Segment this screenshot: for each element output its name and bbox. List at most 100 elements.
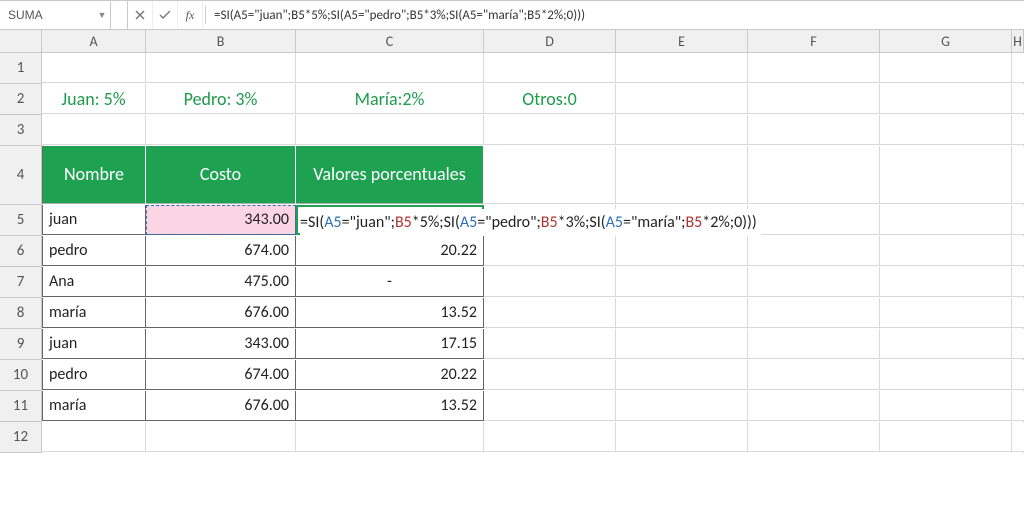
cell-H7[interactable] (1012, 267, 1024, 297)
column-header-E[interactable]: E (616, 30, 748, 53)
cancel-edit-button[interactable] (128, 1, 153, 29)
row-header-2[interactable]: 2 (0, 84, 42, 115)
insert-function-button[interactable]: fx (178, 1, 203, 29)
cell-E11[interactable] (616, 391, 748, 421)
cell-F8[interactable] (748, 298, 880, 328)
cell-G1[interactable] (880, 53, 1012, 83)
cell-E8[interactable] (616, 298, 748, 328)
cell-F7[interactable] (748, 267, 880, 297)
cell-C7[interactable]: - (296, 267, 484, 297)
cell-G2[interactable] (880, 84, 1012, 114)
cell-A4[interactable]: Nombre (42, 146, 146, 204)
column-header-C[interactable]: C (296, 30, 484, 53)
cell-H2[interactable] (1012, 84, 1024, 114)
cell-D11[interactable] (484, 391, 616, 421)
cell-A7[interactable]: Ana (42, 267, 146, 297)
cell-A5[interactable]: juan (42, 205, 146, 235)
accept-edit-button[interactable] (153, 1, 178, 29)
cell-F3[interactable] (748, 115, 880, 145)
cell-B6[interactable]: 674.00 (146, 236, 296, 266)
cell-H9[interactable] (1012, 329, 1024, 359)
cell-A11[interactable]: maría (42, 391, 146, 421)
cell-G6[interactable] (880, 236, 1012, 266)
cell-H10[interactable] (1012, 360, 1024, 390)
cell-E2[interactable] (616, 84, 748, 114)
cell-F10[interactable] (748, 360, 880, 390)
cell-B2[interactable]: Pedro: 3% (146, 84, 296, 114)
cell-H4[interactable] (1012, 146, 1024, 204)
cell-D10[interactable] (484, 360, 616, 390)
row-header-12[interactable]: 12 (0, 422, 42, 453)
cell-D12[interactable] (484, 422, 616, 452)
cell-F4[interactable] (748, 146, 880, 204)
cell-A6[interactable]: pedro (42, 236, 146, 266)
row-header-11[interactable]: 11 (0, 391, 42, 422)
cell-A8[interactable]: maría (42, 298, 146, 328)
name-box-dropdown-icon[interactable]: ▼ (94, 10, 110, 21)
cell-G3[interactable] (880, 115, 1012, 145)
cell-G7[interactable] (880, 267, 1012, 297)
cell-H3[interactable] (1012, 115, 1024, 145)
cell-B7[interactable]: 475.00 (146, 267, 296, 297)
cell-D3[interactable] (484, 115, 616, 145)
cell-C10[interactable]: 20.22 (296, 360, 484, 390)
cell-C2[interactable]: María:2% (296, 84, 484, 114)
cell-F9[interactable] (748, 329, 880, 359)
cell-F1[interactable] (748, 53, 880, 83)
cell-A10[interactable]: pedro (42, 360, 146, 390)
column-header-G[interactable]: G (880, 30, 1012, 53)
cell-B1[interactable] (146, 53, 296, 83)
cell-C11[interactable]: 13.52 (296, 391, 484, 421)
cell-B4[interactable]: Costo (146, 146, 296, 204)
row-header-7[interactable]: 7 (0, 267, 42, 298)
cell-D1[interactable] (484, 53, 616, 83)
column-header-A[interactable]: A (42, 30, 146, 53)
row-header-4[interactable]: 4 (0, 146, 42, 205)
cell-C3[interactable] (296, 115, 484, 145)
cell-A1[interactable] (42, 53, 146, 83)
row-header-9[interactable]: 9 (0, 329, 42, 360)
row-header-10[interactable]: 10 (0, 360, 42, 391)
cell-C6[interactable]: 20.22 (296, 236, 484, 266)
cell-F6[interactable] (748, 236, 880, 266)
cell-A12[interactable] (42, 422, 146, 452)
cell-H1[interactable] (1012, 53, 1024, 83)
row-header-5[interactable]: 5 (0, 205, 42, 236)
cell-H6[interactable] (1012, 236, 1024, 266)
cell-A3[interactable] (42, 115, 146, 145)
cell-D2[interactable]: Otros:0 (484, 84, 616, 114)
cell-F2[interactable] (748, 84, 880, 114)
column-header-H[interactable]: H (1012, 30, 1024, 53)
formula-input[interactable] (208, 5, 1024, 25)
cell-E12[interactable] (616, 422, 748, 452)
cell-E9[interactable] (616, 329, 748, 359)
name-box[interactable] (4, 5, 94, 25)
cell-D9[interactable] (484, 329, 616, 359)
cell-B5[interactable]: 343.00 (146, 205, 296, 235)
column-header-B[interactable]: B (146, 30, 296, 53)
cell-A9[interactable]: juan (42, 329, 146, 359)
cell-B3[interactable] (146, 115, 296, 145)
cell-E10[interactable] (616, 360, 748, 390)
cell-H5[interactable] (1012, 205, 1024, 235)
row-header-8[interactable]: 8 (0, 298, 42, 329)
cell-G10[interactable] (880, 360, 1012, 390)
cell-G8[interactable] (880, 298, 1012, 328)
cell-E7[interactable] (616, 267, 748, 297)
cell-F5[interactable] (748, 205, 880, 235)
cell-B9[interactable]: 343.00 (146, 329, 296, 359)
cell-C1[interactable] (296, 53, 484, 83)
cell-D8[interactable] (484, 298, 616, 328)
cell-H12[interactable] (1012, 422, 1024, 452)
cell-E6[interactable] (616, 236, 748, 266)
cell-E3[interactable] (616, 115, 748, 145)
cell-A2[interactable]: Juan: 5% (42, 84, 146, 114)
cell-D4[interactable] (484, 146, 616, 204)
cell-G11[interactable] (880, 391, 1012, 421)
row-header-3[interactable]: 3 (0, 115, 42, 146)
cell-B10[interactable]: 674.00 (146, 360, 296, 390)
cell-D6[interactable] (484, 236, 616, 266)
cell-C8[interactable]: 13.52 (296, 298, 484, 328)
cell-C4[interactable]: Valores porcentuales (296, 146, 484, 204)
cell-G9[interactable] (880, 329, 1012, 359)
